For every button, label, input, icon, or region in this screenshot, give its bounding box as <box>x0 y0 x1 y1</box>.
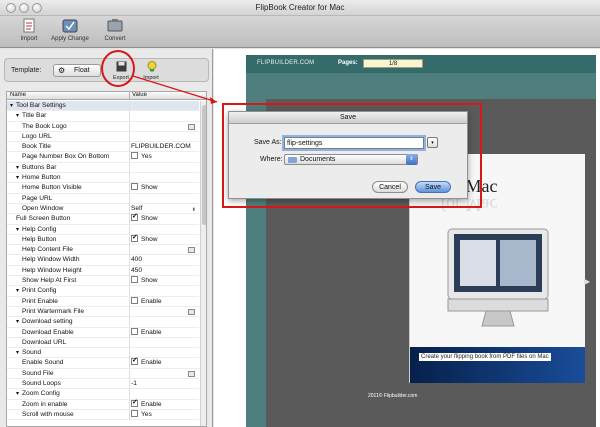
cancel-button[interactable]: Cancel <box>372 181 408 193</box>
folder-icon <box>288 157 297 163</box>
updown-arrows-icon: ⇕ <box>406 154 417 165</box>
where-label: Where: <box>260 156 283 163</box>
expand-dialog-button[interactable]: ▾ <box>427 137 438 148</box>
save-dialog-title: Save <box>229 112 467 124</box>
save-button[interactable]: Save <box>415 181 451 193</box>
annotation-arrow <box>132 75 218 104</box>
save-as-input[interactable]: flip-settings <box>284 137 424 149</box>
where-select[interactable]: Documents ⇕ <box>284 154 418 165</box>
where-selected-value: Documents <box>300 156 336 163</box>
save-as-label: Save As: <box>254 139 282 146</box>
app-window: FlipBook Creator for Mac Import Apply Ch… <box>0 0 600 427</box>
save-dialog: Save Save As: flip-settings ▾ Where: Doc… <box>228 111 468 199</box>
